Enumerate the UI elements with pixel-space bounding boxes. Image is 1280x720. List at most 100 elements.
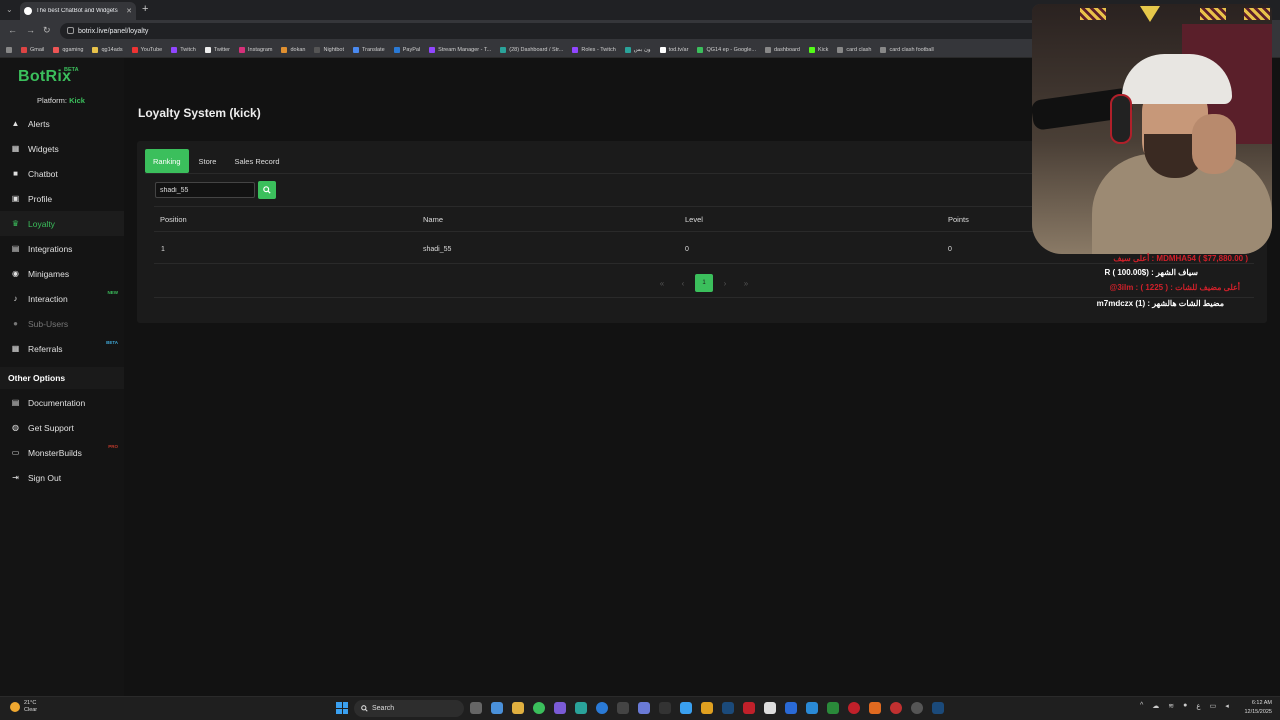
bookmark-favicon-icon	[352, 46, 359, 53]
app-icon[interactable]	[575, 702, 587, 714]
bookmark-item[interactable]: Instagram	[239, 46, 272, 53]
app-icon[interactable]	[890, 702, 902, 714]
bookmark-item[interactable]: Gmail	[21, 46, 44, 53]
edge-icon[interactable]	[596, 702, 608, 714]
file-explorer-icon[interactable]	[512, 702, 524, 714]
language-icon[interactable]: ع	[1196, 702, 1200, 710]
app-icon[interactable]	[638, 702, 650, 714]
sidebar-item-alerts[interactable]: ▲ Alerts	[0, 111, 124, 136]
bookmark-item[interactable]: tod.tv/ar	[659, 46, 688, 53]
app-icon[interactable]	[743, 702, 755, 714]
app-icon[interactable]	[869, 702, 881, 714]
chevron-up-icon[interactable]: ^	[1140, 702, 1143, 710]
bookmark-favicon-icon	[572, 46, 579, 53]
browser-tab[interactable]: The best ChatBot and Widgets ✕	[20, 2, 136, 20]
bookmark-item[interactable]: dokan	[281, 46, 305, 53]
app-icon[interactable]	[806, 702, 818, 714]
clock[interactable]: 6:12 AM 12/15/2025	[1244, 699, 1272, 717]
sidebar-item-chatbot[interactable]: ■ Chatbot	[0, 161, 124, 186]
bookmark-item[interactable]: qgaming	[53, 46, 83, 53]
sidebar-item-widgets[interactable]: ▦ Widgets	[0, 136, 124, 161]
bookmark-item[interactable]: Kick	[808, 46, 828, 53]
tab-ranking[interactable]: Ranking	[145, 149, 189, 173]
task-view-icon[interactable]	[470, 702, 482, 714]
forward-icon[interactable]: →	[26, 25, 35, 35]
bookmark-item[interactable]: QG14 ep - Google...	[697, 46, 756, 53]
tab-favicon-icon	[24, 7, 32, 15]
bookmark-label: Roles - Twitch	[581, 46, 616, 53]
bookmark-item[interactable]: dashboard	[764, 46, 800, 53]
word-icon[interactable]	[785, 702, 797, 714]
chatbot-icon: ■	[13, 169, 18, 178]
sidebar-item-minigames[interactable]: ◉ Minigames	[0, 261, 124, 286]
bookmark-item[interactable]: card clash	[837, 46, 871, 53]
tab-store[interactable]: Store	[191, 149, 225, 173]
sidebar-item-profile[interactable]: ▣ Profile	[0, 186, 124, 211]
bookmark-item[interactable]: card clash football	[880, 46, 934, 53]
discord-icon[interactable]	[554, 702, 566, 714]
sidebar-item-monsterbuilds[interactable]: ▭ MonsterBuilds PRO	[0, 440, 124, 465]
prev-page-icon[interactable]: ‹	[674, 274, 692, 292]
sidebar-item-sub-users[interactable]: ● Sub-Users	[0, 311, 124, 336]
app-icon[interactable]	[617, 702, 629, 714]
bookmark-item[interactable]: YouTube	[131, 46, 162, 53]
users-icon: ●	[13, 319, 18, 328]
app-icon[interactable]	[701, 702, 713, 714]
tab-sales-record[interactable]: Sales Record	[226, 149, 287, 173]
sidebar-item-referrals[interactable]: ▦ Referrals BETA	[0, 336, 124, 361]
sidebar-item-documentation[interactable]: ▤ Documentation	[0, 390, 124, 415]
page-current[interactable]: 1	[695, 274, 713, 292]
bookmark-item[interactable]: Translate	[352, 46, 385, 53]
bookmark-item[interactable]: Nightbot	[314, 46, 344, 53]
telegram-icon[interactable]	[680, 702, 692, 714]
network-icon[interactable]: ☁	[1152, 702, 1159, 710]
crown-logo-icon	[1140, 6, 1160, 22]
app-icon[interactable]	[911, 702, 923, 714]
bookmark-item[interactable]: qg14ads	[92, 46, 123, 53]
sidebar-item-interaction[interactable]: ♪ Interaction NEW	[0, 286, 124, 311]
bookmark-item[interactable]: (28) Dashboard / Str...	[500, 46, 563, 53]
next-page-icon[interactable]: ›	[716, 274, 734, 292]
sidebar-item-sign-out[interactable]: ⇥ Sign Out	[0, 465, 124, 490]
bookmark-favicon-icon	[393, 46, 400, 53]
bookmark-item[interactable]: Twitch	[171, 46, 196, 53]
mic-icon[interactable]: ●	[1183, 702, 1187, 710]
sidebar-item-integrations[interactable]: ▤ Integrations	[0, 236, 124, 261]
tab-close-icon[interactable]: ✕	[126, 7, 132, 15]
taskbar-search[interactable]: Search	[354, 700, 464, 717]
bookmark-favicon-icon	[764, 46, 771, 53]
cell-position: 1	[161, 246, 165, 253]
steam-icon[interactable]	[722, 702, 734, 714]
display-icon[interactable]: ▭	[1210, 702, 1217, 710]
chrome-icon[interactable]	[533, 702, 545, 714]
bookmark-item[interactable]: PayPal	[393, 46, 420, 53]
wifi-icon[interactable]: ≋	[1168, 702, 1174, 710]
reload-icon[interactable]: ↻	[43, 25, 51, 36]
steam-icon[interactable]	[932, 702, 944, 714]
first-page-icon[interactable]: «	[653, 274, 671, 292]
xbox-icon[interactable]	[827, 702, 839, 714]
sidebar-item-loyalty[interactable]: ♛ Loyalty	[0, 211, 124, 236]
bookmark-item[interactable]: Twitter	[204, 46, 230, 53]
bookmark-item[interactable]: ون بس	[624, 46, 651, 53]
site-info-icon[interactable]	[67, 27, 74, 34]
bookmark-item[interactable]: Stream Manager - T...	[429, 46, 491, 53]
bookmark-item[interactable]: Roles - Twitch	[572, 46, 616, 53]
search-input[interactable]	[155, 182, 255, 198]
notepad-icon[interactable]	[764, 702, 776, 714]
last-page-icon[interactable]: »	[737, 274, 755, 292]
tab-search-icon[interactable]: ⌄	[6, 5, 13, 14]
windows-start-icon[interactable]	[336, 702, 348, 714]
volume-icon[interactable]: ◂	[1225, 702, 1229, 710]
sidebar-item-get-support[interactable]: ◍ Get Support	[0, 415, 124, 440]
url-field[interactable]: botrix.live/panel/loyalty	[60, 23, 1050, 39]
app-icon[interactable]	[848, 702, 860, 714]
obs-icon[interactable]	[659, 702, 671, 714]
bookmark-favicon-icon	[624, 46, 631, 53]
new-tab-icon[interactable]: +	[142, 3, 148, 15]
weather-widget[interactable]: 21°C Clear	[10, 700, 37, 714]
search-button[interactable]	[258, 181, 276, 199]
sidebar-item-label: MonsterBuilds	[28, 447, 82, 458]
back-icon[interactable]: ←	[8, 25, 17, 35]
copilot-icon[interactable]	[491, 702, 503, 714]
